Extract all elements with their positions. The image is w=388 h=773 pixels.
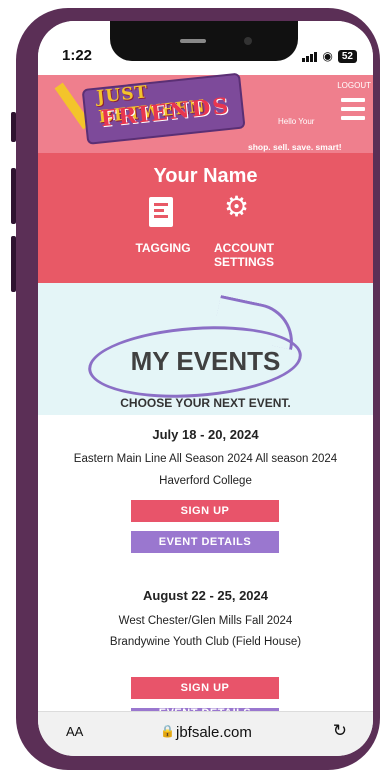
account-settings-line1: ACCOUNT — [214, 241, 274, 255]
url-text[interactable]: jbfsale.com — [176, 724, 252, 741]
phone-screen: 1:22 ◉ 52 JUST BETWEEN FRIENDS LOGOUT He… — [38, 21, 373, 756]
text-size-button[interactable]: AA — [66, 724, 83, 739]
events-header: MY EVENTS CHOOSE YOUR NEXT EVENT. — [38, 283, 373, 415]
lock-icon: 🔒 — [160, 724, 175, 738]
user-name: Your Name — [153, 165, 258, 187]
reload-icon[interactable]: ↻ — [333, 721, 347, 741]
tagging-link[interactable]: TAGGING — [132, 241, 194, 255]
greeting-text: Hello Your — [278, 117, 315, 126]
camera-icon — [244, 37, 252, 45]
tagging-icon[interactable] — [149, 197, 173, 227]
hamburger-menu-icon[interactable] — [341, 98, 365, 125]
account-settings-line2: SETTINGS — [213, 255, 274, 269]
jbf-logo[interactable]: JUST BETWEEN FRIENDS — [73, 68, 249, 147]
event-name: Eastern Main Line All Season 2024 All se… — [73, 453, 338, 465]
status-icons: ◉ 52 — [302, 49, 357, 63]
logout-link[interactable]: LOGOUT — [337, 81, 371, 90]
speaker-grille — [180, 39, 206, 43]
status-time: 1:22 — [62, 47, 93, 64]
page-subtitle: CHOOSE YOUR NEXT EVENT. — [120, 396, 291, 410]
event-details-button[interactable]: EVENT DETAILS — [131, 531, 279, 553]
signal-icon — [302, 51, 318, 62]
site-header: JUST BETWEEN FRIENDS LOGOUT Hello Your s… — [38, 72, 373, 153]
gear-icon[interactable]: ⚙ — [224, 193, 249, 221]
page-title: MY EVENTS — [130, 346, 281, 376]
tagline: shop. sell. save. smart! — [248, 142, 342, 152]
event-name: West Chester/Glen Mills Fall 2024 — [118, 615, 293, 627]
event-date: August 22 - 25, 2024 — [143, 588, 268, 603]
wifi-icon: ◉ — [322, 49, 333, 63]
account-settings-link[interactable]: ACCOUNT SETTINGS — [206, 241, 282, 269]
events-list: July 18 - 20, 2024 Eastern Main Line All… — [38, 415, 373, 718]
profile-banner: Your Name ⚙ TAGGING ACCOUNT SETTINGS — [38, 153, 373, 283]
browser-url-bar[interactable]: AA 🔒 jbfsale.com ↻ — [38, 711, 373, 756]
status-bar: 1:22 ◉ 52 — [38, 21, 373, 75]
event-date: July 18 - 20, 2024 — [152, 427, 259, 442]
volume-down-button — [11, 236, 16, 292]
sign-up-button[interactable]: SIGN UP — [131, 500, 279, 522]
dynamic-notch — [110, 21, 298, 61]
mute-switch — [11, 112, 16, 142]
event-location: Brandywine Youth Club (Field House) — [109, 636, 302, 648]
event-location: Haverford College — [159, 475, 252, 487]
battery-icon: 52 — [337, 49, 357, 63]
sign-up-button[interactable]: SIGN UP — [131, 677, 279, 699]
volume-up-button — [11, 168, 16, 224]
